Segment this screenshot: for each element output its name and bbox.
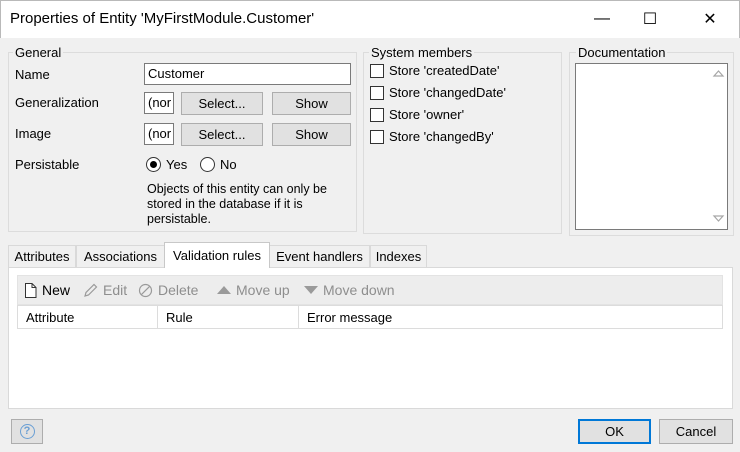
store-owner-checkbox[interactable] <box>370 108 384 122</box>
maximize-icon: ☐ <box>642 11 658 28</box>
persistable-yes-label: Yes <box>166 157 188 172</box>
tab-validation-rules[interactable]: Validation rules <box>164 242 270 268</box>
general-group-label: General <box>13 45 64 60</box>
delete-icon <box>138 283 153 297</box>
persistable-label: Persistable <box>15 157 80 172</box>
store-created-date-checkbox[interactable] <box>370 64 384 78</box>
store-changed-date-checkbox[interactable] <box>370 86 384 100</box>
help-button[interactable]: ? <box>11 419 43 444</box>
persistable-note: Objects of this entity can only be store… <box>147 182 327 226</box>
move-down-label: Move down <box>323 282 395 298</box>
store-owner-label: Store 'owner' <box>389 107 465 122</box>
move-down-button[interactable]: Move down <box>304 281 395 299</box>
store-changed-date-label: Store 'changedDate' <box>389 85 506 100</box>
tab-indexes[interactable]: Indexes <box>370 245 427 267</box>
column-divider[interactable] <box>157 305 158 329</box>
cancel-button[interactable]: Cancel <box>659 419 733 444</box>
name-input[interactable]: Customer <box>144 63 351 85</box>
tab-attributes[interactable]: Attributes <box>8 245 76 267</box>
new-document-icon <box>25 282 37 298</box>
documentation-group-label: Documentation <box>576 45 668 60</box>
store-changed-by-checkbox[interactable] <box>370 130 384 144</box>
documentation-textarea[interactable] <box>575 63 728 230</box>
column-header-rule[interactable]: Rule <box>166 305 193 329</box>
system-members-group-label: System members <box>369 45 475 60</box>
minimize-icon: — <box>594 10 610 27</box>
tab-event-handlers[interactable]: Event handlers <box>269 245 370 267</box>
delete-label: Delete <box>158 282 199 298</box>
maximize-button[interactable]: ☐ <box>627 0 673 38</box>
generalization-label: Generalization <box>15 95 99 110</box>
scrollbar-arrows-icon <box>712 70 725 222</box>
store-changed-by-label: Store 'changedBy' <box>389 129 494 144</box>
generalization-select-button[interactable]: Select... <box>181 92 263 115</box>
name-label: Name <box>15 67 50 82</box>
move-up-button[interactable]: Move up <box>217 281 290 299</box>
image-label: Image <box>15 126 52 141</box>
documentation-scrollbar[interactable] <box>710 64 727 229</box>
store-created-date-label: Store 'createdDate' <box>389 63 500 78</box>
image-show-button[interactable]: Show <box>272 123 351 146</box>
persistable-no-label: No <box>220 157 237 172</box>
delete-button[interactable]: Delete <box>138 281 198 299</box>
triangle-up-icon <box>217 286 231 294</box>
column-header-attribute[interactable]: Attribute <box>26 305 74 329</box>
generalization-show-button[interactable]: Show <box>272 92 351 115</box>
tab-associations[interactable]: Associations <box>76 245 165 267</box>
new-label: New <box>42 282 71 298</box>
move-up-label: Move up <box>236 282 290 298</box>
pencil-icon <box>84 283 98 297</box>
new-button[interactable]: New <box>24 281 70 299</box>
close-icon: ✕ <box>703 11 717 28</box>
close-button[interactable]: ✕ <box>687 0 733 38</box>
minimize-button[interactable]: — <box>579 0 625 38</box>
column-divider[interactable] <box>298 305 299 329</box>
window-title: Properties of Entity 'MyFirstModule.Cust… <box>10 10 315 27</box>
persistable-yes-radio[interactable] <box>146 157 161 172</box>
edit-label: Edit <box>103 282 128 298</box>
column-header-error-message[interactable]: Error message <box>307 305 392 329</box>
image-input[interactable]: (nor <box>144 123 174 145</box>
generalization-input[interactable]: (nor <box>144 92 174 114</box>
image-select-button[interactable]: Select... <box>181 123 263 146</box>
triangle-down-icon <box>304 286 318 294</box>
help-icon: ? <box>19 424 35 439</box>
edit-button[interactable]: Edit <box>83 281 127 299</box>
ok-button[interactable]: OK <box>578 419 651 444</box>
persistable-no-radio[interactable] <box>200 157 215 172</box>
